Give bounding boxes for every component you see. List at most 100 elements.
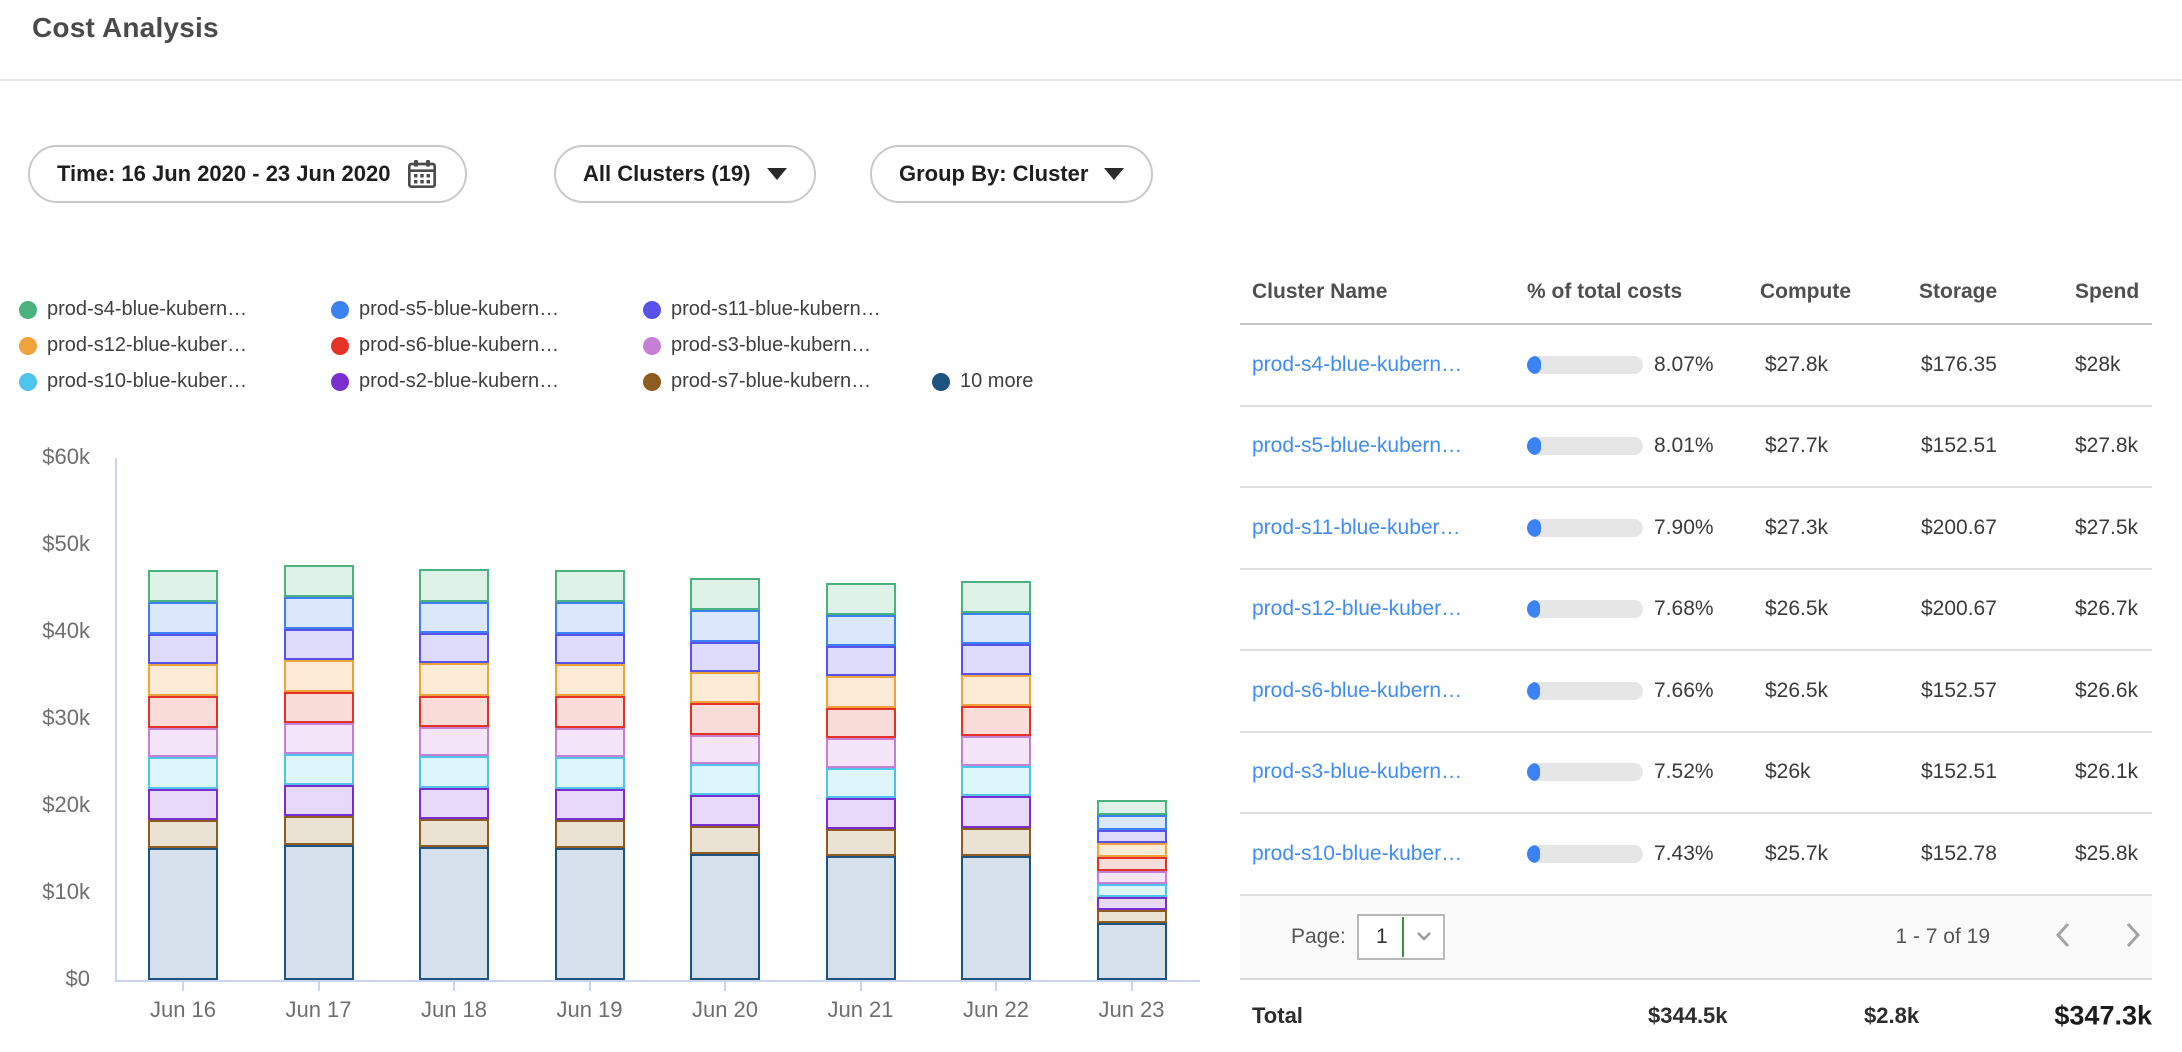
legend-item[interactable]: prod-s11-blue-kubern… [643,298,932,321]
bar-segment[interactable] [826,768,896,798]
stacked-bar-jun-16[interactable] [148,570,218,980]
bar-segment[interactable] [419,727,489,757]
bar-segment[interactable] [284,816,354,845]
bar-segment[interactable] [961,828,1031,856]
bar-segment[interactable] [961,856,1031,980]
bar-segment[interactable] [1097,800,1167,815]
bar-segment[interactable] [284,629,354,660]
bar-segment[interactable] [961,613,1031,644]
bar-segment[interactable] [284,785,354,816]
bar-segment[interactable] [148,696,218,727]
bar-segment[interactable] [826,646,896,676]
bar-segment[interactable] [148,757,218,788]
bar-segment[interactable] [1097,843,1167,857]
bar-segment[interactable] [284,597,354,628]
bar-segment[interactable] [555,570,625,602]
legend-item[interactable]: prod-s12-blue-kuber… [19,334,331,357]
bar-segment[interactable] [690,854,760,980]
bar-segment[interactable] [690,735,760,765]
bar-segment[interactable] [961,796,1031,827]
bar-segment[interactable] [555,634,625,664]
bar-segment[interactable] [555,602,625,633]
bar-segment[interactable] [826,798,896,828]
bar-segment[interactable] [690,610,760,641]
cluster-name-link[interactable]: prod-s10-blue-kuber… [1252,842,1462,866]
bar-segment[interactable] [419,602,489,633]
cluster-name-link[interactable]: prod-s6-blue-kubern… [1252,679,1462,703]
time-range-filter-button[interactable]: Time: 16 Jun 2020 - 23 Jun 2020 [28,145,467,203]
bar-segment[interactable] [961,706,1031,736]
stacked-bar-jun-18[interactable] [419,569,489,980]
bar-segment[interactable] [555,848,625,980]
bar-segment[interactable] [690,795,760,826]
bar-segment[interactable] [961,736,1031,766]
bar-segment[interactable] [690,703,760,734]
bar-segment[interactable] [148,602,218,633]
stacked-bar-jun-23[interactable] [1097,800,1167,980]
bar-segment[interactable] [1097,910,1167,922]
legend-item[interactable]: prod-s3-blue-kubern… [643,334,932,357]
bar-segment[interactable] [1097,897,1167,910]
stacked-bar-jun-17[interactable] [284,565,354,980]
page-number-select[interactable]: 1 [1357,914,1445,960]
bar-segment[interactable] [826,583,896,615]
legend-item[interactable]: 10 more [932,370,1033,393]
bar-segment[interactable] [419,847,489,980]
bar-segment[interactable] [961,766,1031,796]
bar-segment[interactable] [284,845,354,980]
bar-segment[interactable] [961,644,1031,674]
bar-segment[interactable] [1097,815,1167,830]
bar-segment[interactable] [419,819,489,847]
bar-segment[interactable] [284,723,354,753]
bar-segment[interactable] [1097,857,1167,871]
cluster-name-link[interactable]: prod-s11-blue-kuber… [1252,516,1461,540]
bar-segment[interactable] [284,660,354,692]
bar-segment[interactable] [690,578,760,610]
bar-segment[interactable] [555,664,625,696]
clusters-filter-dropdown[interactable]: All Clusters (19) [554,145,816,203]
bar-segment[interactable] [419,633,489,663]
cluster-name-link[interactable]: prod-s5-blue-kubern… [1252,434,1462,458]
bar-segment[interactable] [555,789,625,820]
bar-segment[interactable] [826,708,896,738]
legend-item[interactable]: prod-s10-blue-kuber… [19,370,331,393]
bar-segment[interactable] [148,664,218,696]
bar-segment[interactable] [284,754,354,785]
bar-segment[interactable] [555,820,625,848]
bar-segment[interactable] [419,663,489,695]
bar-segment[interactable] [284,692,354,723]
bar-segment[interactable] [826,829,896,857]
legend-item[interactable]: prod-s2-blue-kubern… [331,370,643,393]
cluster-name-link[interactable]: prod-s12-blue-kuber… [1252,597,1462,621]
group-by-dropdown[interactable]: Group By: Cluster [870,145,1153,203]
bar-segment[interactable] [826,856,896,980]
bar-segment[interactable] [1097,871,1167,884]
previous-page-button[interactable] [2046,920,2080,954]
bar-segment[interactable] [419,696,489,727]
bar-segment[interactable] [148,634,218,664]
cluster-name-link[interactable]: prod-s4-blue-kubern… [1252,353,1462,377]
bar-segment[interactable] [690,672,760,703]
bar-segment[interactable] [555,757,625,788]
stacked-bar-jun-20[interactable] [690,578,760,980]
bar-segment[interactable] [555,696,625,727]
bar-segment[interactable] [419,569,489,601]
bar-segment[interactable] [555,728,625,758]
stacked-bar-jun-21[interactable] [826,583,896,981]
bar-segment[interactable] [690,764,760,794]
bar-segment[interactable] [148,570,218,602]
legend-item[interactable]: prod-s5-blue-kubern… [331,298,643,321]
bar-segment[interactable] [148,820,218,848]
bar-segment[interactable] [690,826,760,854]
bar-segment[interactable] [284,565,354,597]
bar-segment[interactable] [1097,830,1167,844]
stacked-bar-jun-19[interactable] [555,570,625,980]
bar-segment[interactable] [419,756,489,787]
legend-item[interactable]: prod-s4-blue-kubern… [19,298,331,321]
bar-segment[interactable] [148,789,218,820]
bar-segment[interactable] [148,728,218,758]
legend-item[interactable]: prod-s7-blue-kubern… [643,370,932,393]
bar-segment[interactable] [1097,884,1167,897]
bar-segment[interactable] [961,581,1031,613]
bar-segment[interactable] [961,675,1031,706]
